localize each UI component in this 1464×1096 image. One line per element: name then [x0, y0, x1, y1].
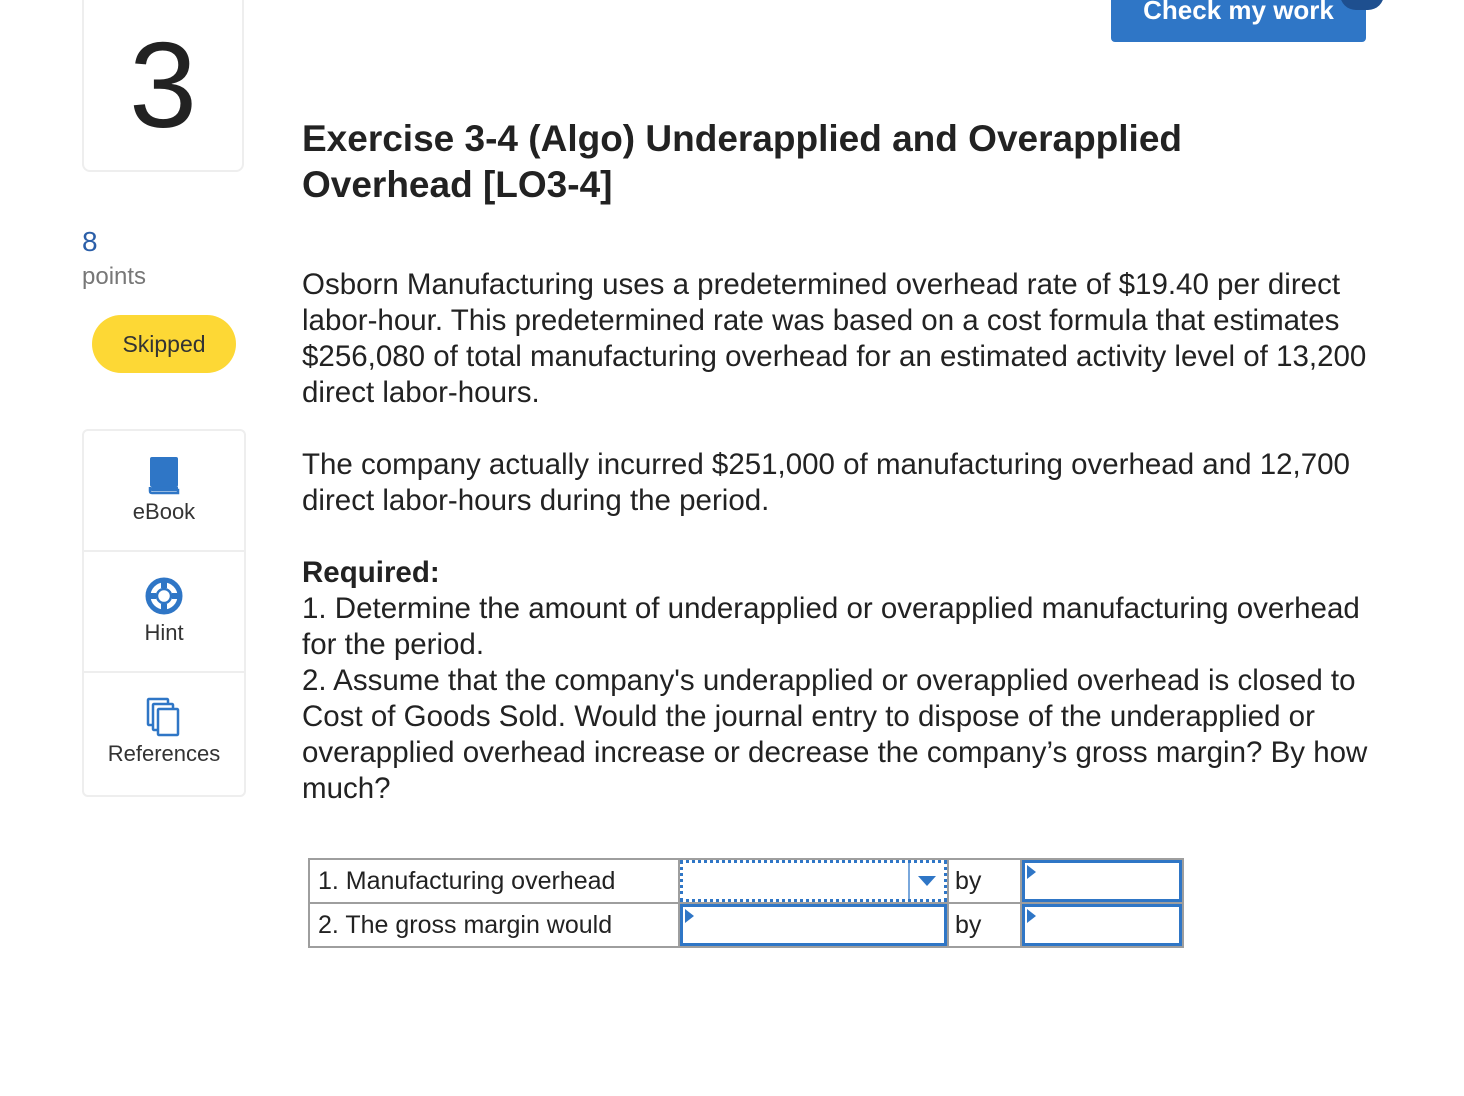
flag-icon — [1027, 909, 1036, 923]
flag-icon — [685, 909, 694, 923]
book-icon — [148, 457, 180, 495]
overhead-select-cell — [678, 858, 949, 904]
hint-label: Hint — [144, 620, 184, 645]
required-item-1: 1. Determine the amount of underapplied … — [302, 592, 1360, 661]
by-label: by — [947, 858, 1022, 904]
row-label: 2. The gross margin would — [308, 902, 680, 948]
status-badge: Skipped — [92, 315, 236, 373]
question-page: 3 8 points Skipped eBook Hint References… — [0, 0, 1464, 1096]
row-label: 1. Manufacturing overhead — [308, 858, 680, 904]
gross-margin-amount-input[interactable] — [1022, 904, 1182, 946]
table-row: 2. The gross margin would by — [308, 902, 1184, 948]
ebook-button[interactable]: eBook — [84, 431, 244, 552]
problem-paragraph-2: The company actually incurred $251,000 o… — [302, 448, 1350, 517]
points-value: 8 — [82, 226, 98, 257]
copy-icon — [146, 697, 180, 737]
required-item-2: 2. Assume that the company's underapplie… — [302, 664, 1368, 805]
hint-button[interactable]: Hint — [84, 552, 244, 673]
points-label: points — [82, 263, 147, 290]
dropdown-button[interactable] — [908, 863, 944, 899]
question-number-card: 3 — [82, 0, 244, 172]
references-label: References — [107, 741, 221, 766]
gross-margin-amount-cell — [1020, 902, 1184, 948]
exercise-title: Exercise 3-4 (Algo) Underapplied and Ove… — [302, 118, 1183, 205]
overhead-amount-cell — [1020, 858, 1184, 904]
overhead-select[interactable] — [680, 860, 947, 902]
overhead-amount-input[interactable] — [1022, 860, 1182, 902]
chevron-down-icon — [918, 876, 936, 886]
gross-margin-select[interactable] — [680, 904, 947, 946]
tools-panel: eBook Hint References — [82, 429, 246, 797]
references-button[interactable]: References — [84, 673, 244, 794]
check-my-work-button[interactable]: Check my work — [1111, 0, 1366, 42]
required-heading: Required: — [302, 556, 440, 589]
problem-paragraph-1: Osborn Manufacturing uses a predetermine… — [302, 268, 1367, 409]
by-label: by — [947, 902, 1022, 948]
table-row: 1. Manufacturing overhead by — [308, 858, 1184, 904]
lifebuoy-icon — [145, 577, 183, 615]
ebook-label: eBook — [132, 499, 196, 524]
flag-icon — [1027, 865, 1036, 879]
question-number: 3 — [129, 17, 197, 153]
answer-table: 1. Manufacturing overhead by 2. The gros… — [308, 858, 1184, 948]
gross-margin-select-cell — [678, 902, 949, 948]
required-section: Required: 1. Determine the amount of und… — [302, 555, 1372, 807]
